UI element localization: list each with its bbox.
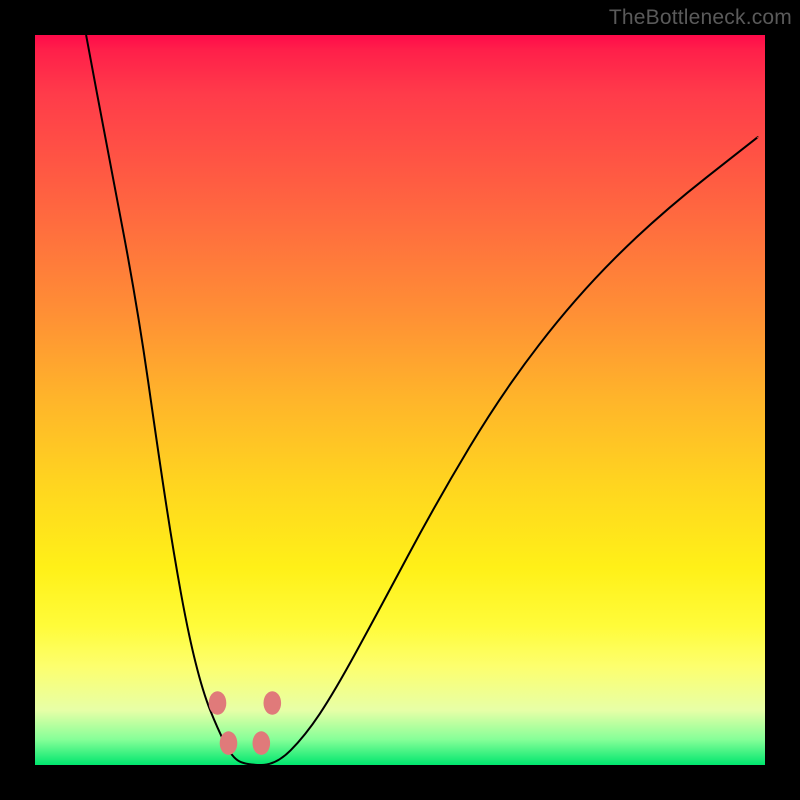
curve-marker-0 [209,691,227,715]
chart-svg [35,35,765,765]
curve-marker-1 [264,691,282,715]
marker-layer [209,691,281,755]
curve-marker-3 [253,731,271,755]
curve-layer [86,35,758,765]
plot-area [35,35,765,765]
bottleneck-curve [86,35,758,765]
chart-frame: TheBottleneck.com [0,0,800,800]
curve-marker-2 [220,731,238,755]
brand-watermark: TheBottleneck.com [609,6,792,30]
